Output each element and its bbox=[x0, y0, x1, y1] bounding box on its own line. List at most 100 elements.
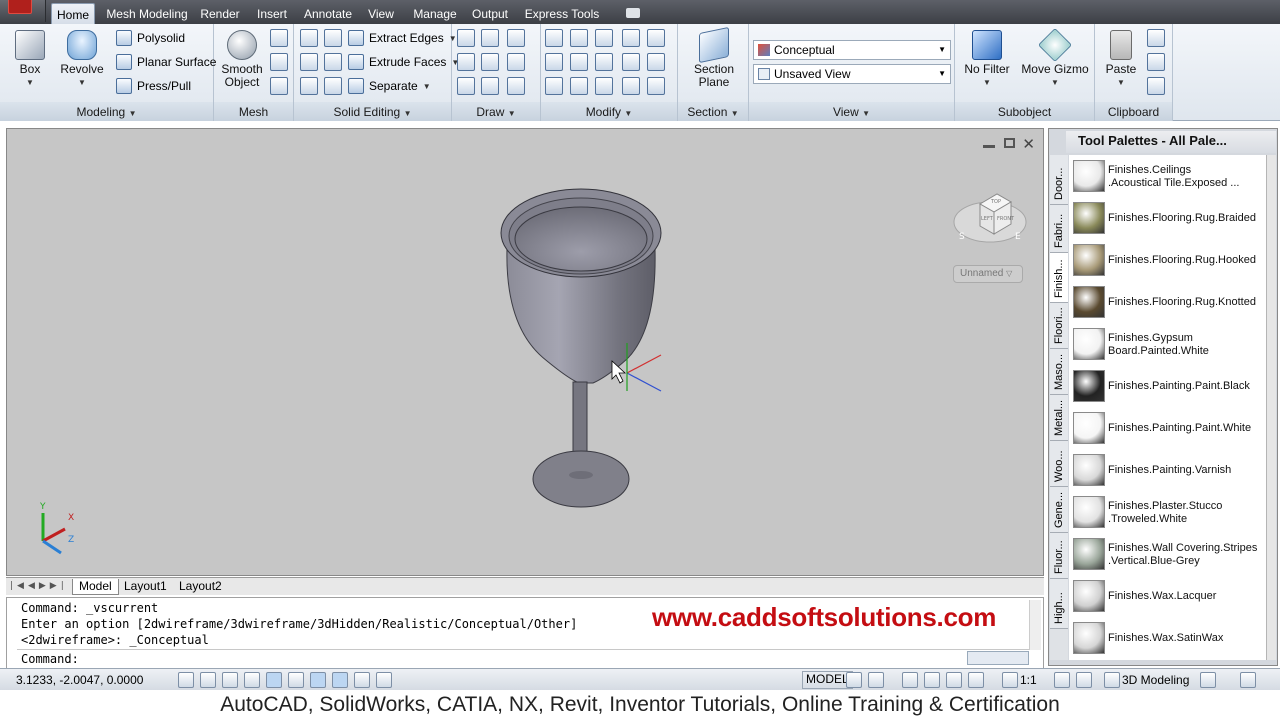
dynamic-input-icon[interactable] bbox=[376, 672, 392, 688]
union-icon[interactable] bbox=[300, 29, 318, 47]
mesh-panel-title[interactable]: Mesh bbox=[214, 102, 293, 121]
press-pull-button[interactable]: Press/Pull bbox=[116, 75, 191, 97]
tab-layout2[interactable]: Layout2 bbox=[173, 579, 228, 595]
material-item[interactable]: Finishes.Painting.Paint.White bbox=[1069, 407, 1266, 449]
tab-express-tools[interactable]: Express Tools bbox=[524, 3, 600, 24]
intersect-icon[interactable] bbox=[300, 77, 318, 95]
3d-fillet-icon[interactable] bbox=[545, 29, 563, 47]
extrude-faces-button[interactable]: Extrude Faces ▼ bbox=[348, 51, 459, 73]
application-menu-button[interactable] bbox=[0, 0, 46, 22]
convert-to-solid-icon[interactable] bbox=[622, 53, 640, 71]
polar-tracking-icon[interactable] bbox=[266, 672, 282, 688]
modify-panel-title[interactable]: Modify ▼ bbox=[541, 102, 677, 121]
copy-icon[interactable] bbox=[1147, 53, 1165, 71]
ortho-mode-icon[interactable] bbox=[244, 672, 260, 688]
3d-rotate-icon[interactable] bbox=[570, 29, 588, 47]
palette-tab[interactable]: Door... bbox=[1050, 155, 1068, 205]
material-item[interactable]: Finishes.Painting.Varnish bbox=[1069, 449, 1266, 491]
tab-home[interactable]: Home bbox=[51, 3, 95, 24]
palette-tab[interactable]: Fabri... bbox=[1050, 205, 1068, 253]
material-item[interactable]: Finishes.Flooring.Rug.Braided bbox=[1069, 197, 1266, 239]
material-item[interactable]: Finishes.Flooring.Rug.Knotted bbox=[1069, 281, 1266, 323]
tab-output[interactable]: Output bbox=[470, 3, 510, 24]
align-icon[interactable] bbox=[570, 77, 588, 95]
named-view-dropdown[interactable]: Unsaved View ▼ bbox=[753, 64, 951, 84]
subtract-icon[interactable] bbox=[300, 53, 318, 71]
viewcube[interactable]: TOP LEFT FRONT S E bbox=[953, 184, 1027, 250]
3d-polyline-icon[interactable] bbox=[481, 53, 499, 71]
palette-tab[interactable]: Floori... bbox=[1050, 303, 1068, 349]
polygon-icon[interactable] bbox=[457, 77, 475, 95]
zoom-icon[interactable] bbox=[924, 672, 940, 688]
3d-align-icon[interactable] bbox=[545, 53, 563, 71]
palette-tab[interactable]: Maso... bbox=[1050, 349, 1068, 395]
revolve-button[interactable]: Revolve ▼ bbox=[58, 30, 106, 89]
extract-edges-button[interactable]: Extract Edges ▼ bbox=[348, 27, 457, 49]
quick-view-layouts-icon[interactable] bbox=[846, 672, 862, 688]
rotate-icon[interactable] bbox=[595, 53, 613, 71]
ucs-menu[interactable]: Unnamed ▽ bbox=[953, 265, 1023, 283]
arc-icon[interactable] bbox=[507, 29, 525, 47]
clean-screen-icon[interactable] bbox=[1240, 672, 1256, 688]
grid-display-icon[interactable] bbox=[222, 672, 238, 688]
palette-tab[interactable]: Metal... bbox=[1050, 395, 1068, 441]
dynamic-ucs-icon[interactable] bbox=[354, 672, 370, 688]
material-item[interactable]: Finishes.Wall Covering.Stripes .Vertical.… bbox=[1069, 533, 1266, 575]
view-panel-title[interactable]: View ▼ bbox=[749, 102, 954, 121]
quick-view-drawings-icon[interactable] bbox=[868, 672, 884, 688]
offset-icon[interactable] bbox=[647, 77, 665, 95]
paste-button[interactable]: Paste ▼ bbox=[1101, 30, 1141, 89]
mesh-refine-icon[interactable] bbox=[270, 29, 288, 47]
match-properties-icon[interactable] bbox=[622, 77, 640, 95]
object-snap-tracking-icon[interactable] bbox=[332, 672, 348, 688]
material-item[interactable]: Finishes.Wax.SatinWax bbox=[1069, 617, 1266, 659]
annotation-visibility-icon[interactable] bbox=[1054, 672, 1070, 688]
polyline-icon[interactable] bbox=[481, 29, 499, 47]
cut-icon[interactable] bbox=[1147, 29, 1165, 47]
rectangle-icon[interactable] bbox=[481, 77, 499, 95]
coordinates-readout[interactable]: 3.1233, -2.0047, 0.0000 bbox=[16, 673, 143, 687]
section-panel-title[interactable]: Section ▼ bbox=[678, 102, 748, 121]
spline-icon[interactable] bbox=[457, 53, 475, 71]
tab-render[interactable]: Render bbox=[199, 3, 241, 24]
material-item[interactable]: Finishes.Gypsum Board.Painted.White bbox=[1069, 323, 1266, 365]
draw-panel-title[interactable]: Draw ▼ bbox=[452, 102, 540, 121]
material-item[interactable]: Finishes.Plaster.Stucco .Troweled.White bbox=[1069, 491, 1266, 533]
snap-mode-icon[interactable] bbox=[200, 672, 216, 688]
fillet-icon[interactable] bbox=[647, 53, 665, 71]
array-icon[interactable] bbox=[545, 77, 563, 95]
tool-palette-scrollbar[interactable] bbox=[1266, 155, 1276, 660]
circle-icon[interactable] bbox=[507, 53, 525, 71]
palette-tab[interactable]: Gene... bbox=[1050, 487, 1068, 533]
layout-nav-arrows[interactable]: |◀◀▶▶| bbox=[10, 581, 68, 591]
command-horizontal-scrollbar[interactable] bbox=[967, 651, 1029, 665]
3d-move-icon[interactable] bbox=[595, 29, 613, 47]
stretch-icon[interactable] bbox=[595, 77, 613, 95]
slice-icon[interactable] bbox=[324, 29, 342, 47]
smooth-object-button[interactable]: Smooth Object bbox=[220, 30, 264, 89]
tab-annotate[interactable]: Annotate bbox=[301, 3, 355, 24]
material-item[interactable]: Finishes.Wax.Lacquer bbox=[1069, 575, 1266, 617]
command-prompt[interactable]: Command: bbox=[21, 652, 79, 666]
tab-layout1[interactable]: Layout1 bbox=[118, 579, 173, 595]
steering-wheel-icon[interactable] bbox=[946, 672, 962, 688]
infer-constraints-icon[interactable] bbox=[178, 672, 194, 688]
palette-tab[interactable]: High... bbox=[1050, 579, 1068, 629]
material-item[interactable]: Finishes.Ceilings .Acoustical Tile.Expose… bbox=[1069, 155, 1266, 197]
palette-tab[interactable]: Woo... bbox=[1050, 441, 1068, 487]
auto-scale-icon[interactable] bbox=[1076, 672, 1092, 688]
annotation-scale-icon[interactable] bbox=[1002, 672, 1018, 688]
drawing-viewport[interactable]: ✕ TOP LEFT FRONT S E Unnamed ▽ Y X Z bbox=[6, 128, 1044, 576]
object-snap-icon[interactable] bbox=[288, 672, 304, 688]
material-item[interactable]: Finishes.Flooring.Rug.Hooked bbox=[1069, 239, 1266, 281]
palette-tab[interactable]: Finish... bbox=[1050, 253, 1068, 303]
material-item[interactable]: Finishes.Painting.Paint.Black bbox=[1069, 365, 1266, 407]
planar-surface-button[interactable]: Planar Surface bbox=[116, 51, 216, 73]
tab-manage[interactable]: Manage bbox=[412, 3, 458, 24]
section-plane-button[interactable]: Section Plane bbox=[690, 26, 738, 89]
mesh-remove-crease-icon[interactable] bbox=[270, 77, 288, 95]
workspace-switching-icon[interactable] bbox=[1104, 672, 1120, 688]
solid-editing-panel-title[interactable]: Solid Editing ▼ bbox=[294, 102, 451, 121]
imprint-icon[interactable] bbox=[324, 53, 342, 71]
ellipse-icon[interactable] bbox=[507, 77, 525, 95]
